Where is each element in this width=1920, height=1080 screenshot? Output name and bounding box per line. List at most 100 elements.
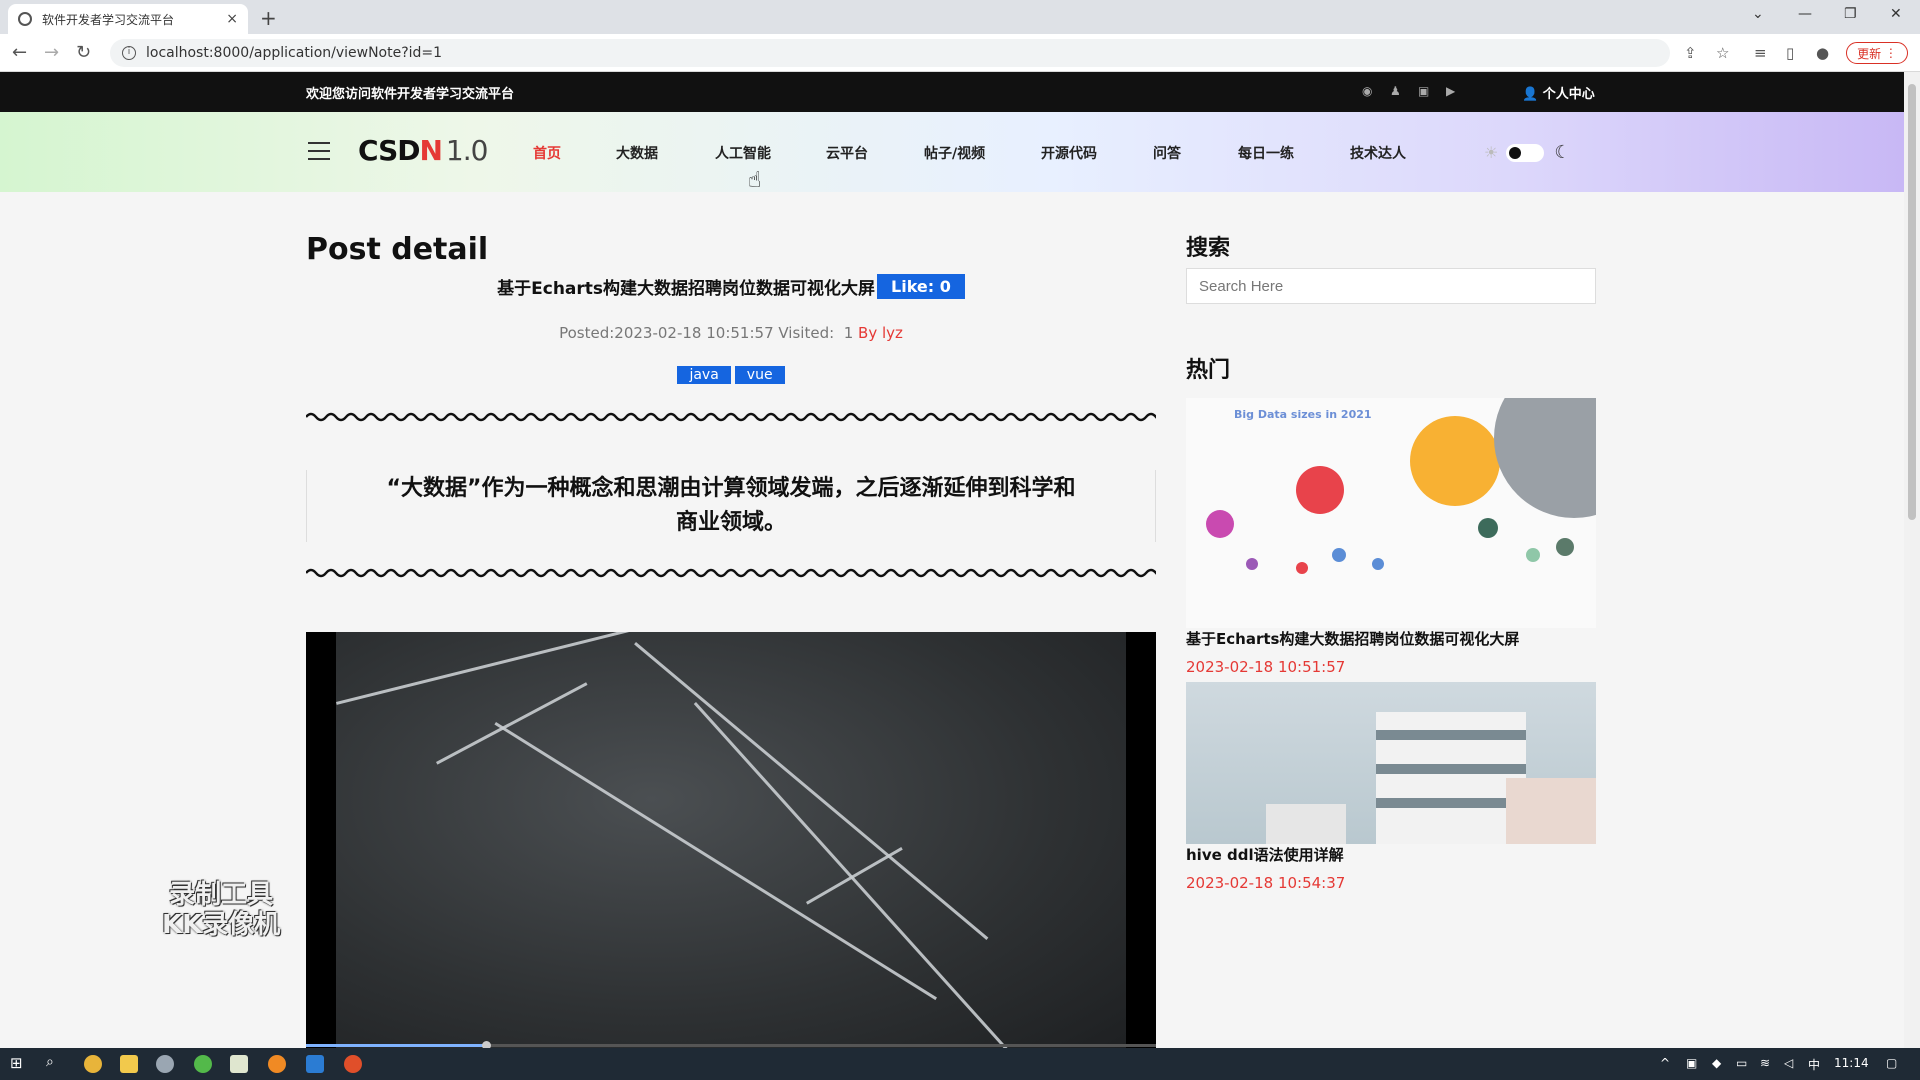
reload-icon[interactable]: ↻: [76, 42, 91, 63]
new-tab-button[interactable]: +: [260, 6, 277, 30]
wave-divider-top: [306, 412, 1156, 422]
vscode-app-icon[interactable]: [306, 1055, 324, 1073]
search-heading: 搜索: [1186, 236, 1231, 261]
green-app-icon[interactable]: [194, 1055, 212, 1073]
nav-item-ai[interactable]: 人工智能: [715, 143, 771, 163]
windows-start-icon[interactable]: ⊞: [10, 1054, 23, 1072]
battery-icon[interactable]: ▭: [1736, 1056, 1747, 1070]
author-link[interactable]: By lyz: [858, 324, 903, 342]
nav-item-bigdata[interactable]: 大数据: [616, 143, 658, 163]
file-explorer-icon[interactable]: [120, 1055, 138, 1073]
site-top-strip: 欢迎您访问软件开发者学习交流平台 ◉ ♟ ▣ ▶ 👤 个人中心: [0, 72, 1904, 112]
scrollbar-thumb[interactable]: [1908, 84, 1916, 520]
tag-java[interactable]: java: [677, 366, 731, 384]
site-info-icon[interactable]: i: [122, 46, 136, 60]
nav-item-open-source[interactable]: 开源代码: [1041, 143, 1097, 163]
tag-vue[interactable]: vue: [734, 366, 785, 384]
chart-bubble: [1246, 558, 1258, 570]
volume-icon[interactable]: ◁: [1784, 1056, 1793, 1070]
nav-item-cloud[interactable]: 云平台: [826, 143, 868, 163]
browser-tab[interactable]: 软件开发者学习交流平台 ×: [8, 4, 248, 34]
hot-item-2-date: 2023-02-18 10:54:37: [1186, 874, 1346, 892]
hot-item-2-title[interactable]: hive ddl语法使用详解: [1186, 844, 1344, 865]
weibo-icon[interactable]: ◉: [1362, 84, 1372, 98]
tag-list: java vue: [306, 366, 1156, 384]
hot-item-1-image[interactable]: Big Data sizes in 2021: [1186, 398, 1596, 628]
chrome-app-icon[interactable]: [84, 1055, 102, 1073]
video-line: [494, 722, 937, 1001]
chart-bubble: [1332, 548, 1346, 562]
building-window-band: [1376, 798, 1526, 808]
building-window-band: [1376, 764, 1526, 774]
video-progress-bar[interactable]: [306, 1041, 1156, 1050]
tray-shield-icon[interactable]: ◆: [1712, 1056, 1721, 1070]
theme-toggle[interactable]: ☀ ☾: [1484, 142, 1570, 163]
building-block: [1266, 804, 1346, 844]
theme-switch[interactable]: [1506, 143, 1545, 162]
orange-app-icon[interactable]: [268, 1055, 286, 1073]
page-scrollbar[interactable]: [1904, 72, 1920, 1048]
search-taskbar-icon[interactable]: ⌕: [46, 1054, 54, 1070]
reading-list-icon[interactable]: ≡: [1754, 44, 1767, 62]
logo-main: CSD: [358, 134, 420, 167]
video-icon[interactable]: ▶: [1446, 84, 1455, 98]
hot-item-1-title[interactable]: 基于Echarts构建大数据招聘岗位数据可视化大屏: [1186, 628, 1519, 649]
hot-image-caption: Big Data sizes in 2021: [1234, 408, 1372, 421]
watermark-line2: KK录像机: [162, 910, 281, 940]
logo-version: 1.0: [445, 134, 489, 167]
recorder-app-icon[interactable]: [344, 1055, 362, 1073]
video-player[interactable]: [306, 632, 1156, 1050]
close-tab-icon[interactable]: ×: [226, 11, 238, 27]
video-progress-fill: [306, 1044, 486, 1047]
bookmark-star-icon[interactable]: ☆: [1716, 44, 1729, 62]
welcome-text: 欢迎您访问软件开发者学习交流平台: [306, 87, 515, 102]
notepad-app-icon[interactable]: [230, 1055, 248, 1073]
nav-item-posts-videos[interactable]: 帖子/视频: [924, 143, 985, 163]
ime-indicator[interactable]: 中: [1808, 1056, 1820, 1073]
chart-bubble: [1478, 518, 1498, 538]
qq-icon[interactable]: ♟: [1390, 84, 1401, 98]
nav-item-experts[interactable]: 技术达人: [1350, 143, 1406, 163]
update-button[interactable]: 更新 ⋮: [1846, 42, 1908, 64]
nav-item-qa[interactable]: 问答: [1153, 143, 1181, 163]
update-label: 更新: [1857, 46, 1882, 61]
restore-icon[interactable]: ❐: [1844, 6, 1857, 22]
like-button[interactable]: Like: 0: [877, 274, 965, 299]
clock[interactable]: 11:14: [1834, 1056, 1869, 1070]
menu-icon[interactable]: [308, 142, 330, 160]
nav-item-daily-practice[interactable]: 每日一练: [1238, 143, 1294, 163]
settings-app-icon[interactable]: [156, 1055, 174, 1073]
post-meta: Posted:2023-02-18 10:51:57 Visited: 1 By…: [306, 324, 1156, 342]
tab-title: 软件开发者学习交流平台: [42, 12, 175, 27]
nav-item-home[interactable]: 首页: [533, 143, 561, 163]
notification-icon[interactable]: ▢: [1886, 1056, 1897, 1070]
user-center-link[interactable]: 👤 个人中心: [1522, 83, 1595, 102]
wechat-icon[interactable]: ▣: [1418, 84, 1429, 98]
tab-search-icon[interactable]: ⌄: [1752, 6, 1764, 22]
chart-bubble: [1556, 538, 1574, 556]
address-bar-row: ← → ↻ i localhost:8000/application/viewN…: [0, 34, 1920, 72]
site-logo[interactable]: CSDN 1.0: [358, 134, 489, 167]
window-close-icon[interactable]: ✕: [1890, 6, 1902, 22]
hot-item-1-date: 2023-02-18 10:51:57: [1186, 658, 1346, 676]
article-title-row: 基于Echarts构建大数据招聘岗位数据可视化大屏 Like: 0: [306, 274, 1156, 299]
search-input[interactable]: [1186, 268, 1596, 304]
share-icon[interactable]: ⇪: [1684, 44, 1697, 62]
blockquote: “大数据”作为一种概念和思潮由计算领域发端，之后逐渐延伸到科学和商业领域。: [306, 470, 1156, 542]
back-icon[interactable]: ←: [12, 42, 27, 63]
forward-icon[interactable]: →: [44, 42, 59, 63]
tray-app-icon[interactable]: ▣: [1686, 1056, 1697, 1070]
recorder-watermark: 录制工具 KK录像机: [162, 880, 280, 940]
hot-item-2-image[interactable]: [1186, 682, 1596, 844]
profile-icon[interactable]: ●: [1816, 44, 1829, 62]
video-line: [806, 847, 903, 905]
tray-chevron-icon[interactable]: ^: [1660, 1056, 1670, 1070]
minimize-icon[interactable]: —: [1798, 6, 1812, 22]
quote-text: “大数据”作为一种概念和思潮由计算领域发端，之后逐渐延伸到科学和商业领域。: [386, 476, 1076, 535]
globe-icon: [18, 12, 32, 26]
wifi-icon[interactable]: ≋: [1760, 1056, 1770, 1070]
side-panel-icon[interactable]: ▯: [1786, 44, 1794, 62]
chart-bubble: [1372, 558, 1384, 570]
url-field[interactable]: i localhost:8000/application/viewNote?id…: [110, 39, 1670, 67]
logo-accent: N: [419, 134, 442, 167]
